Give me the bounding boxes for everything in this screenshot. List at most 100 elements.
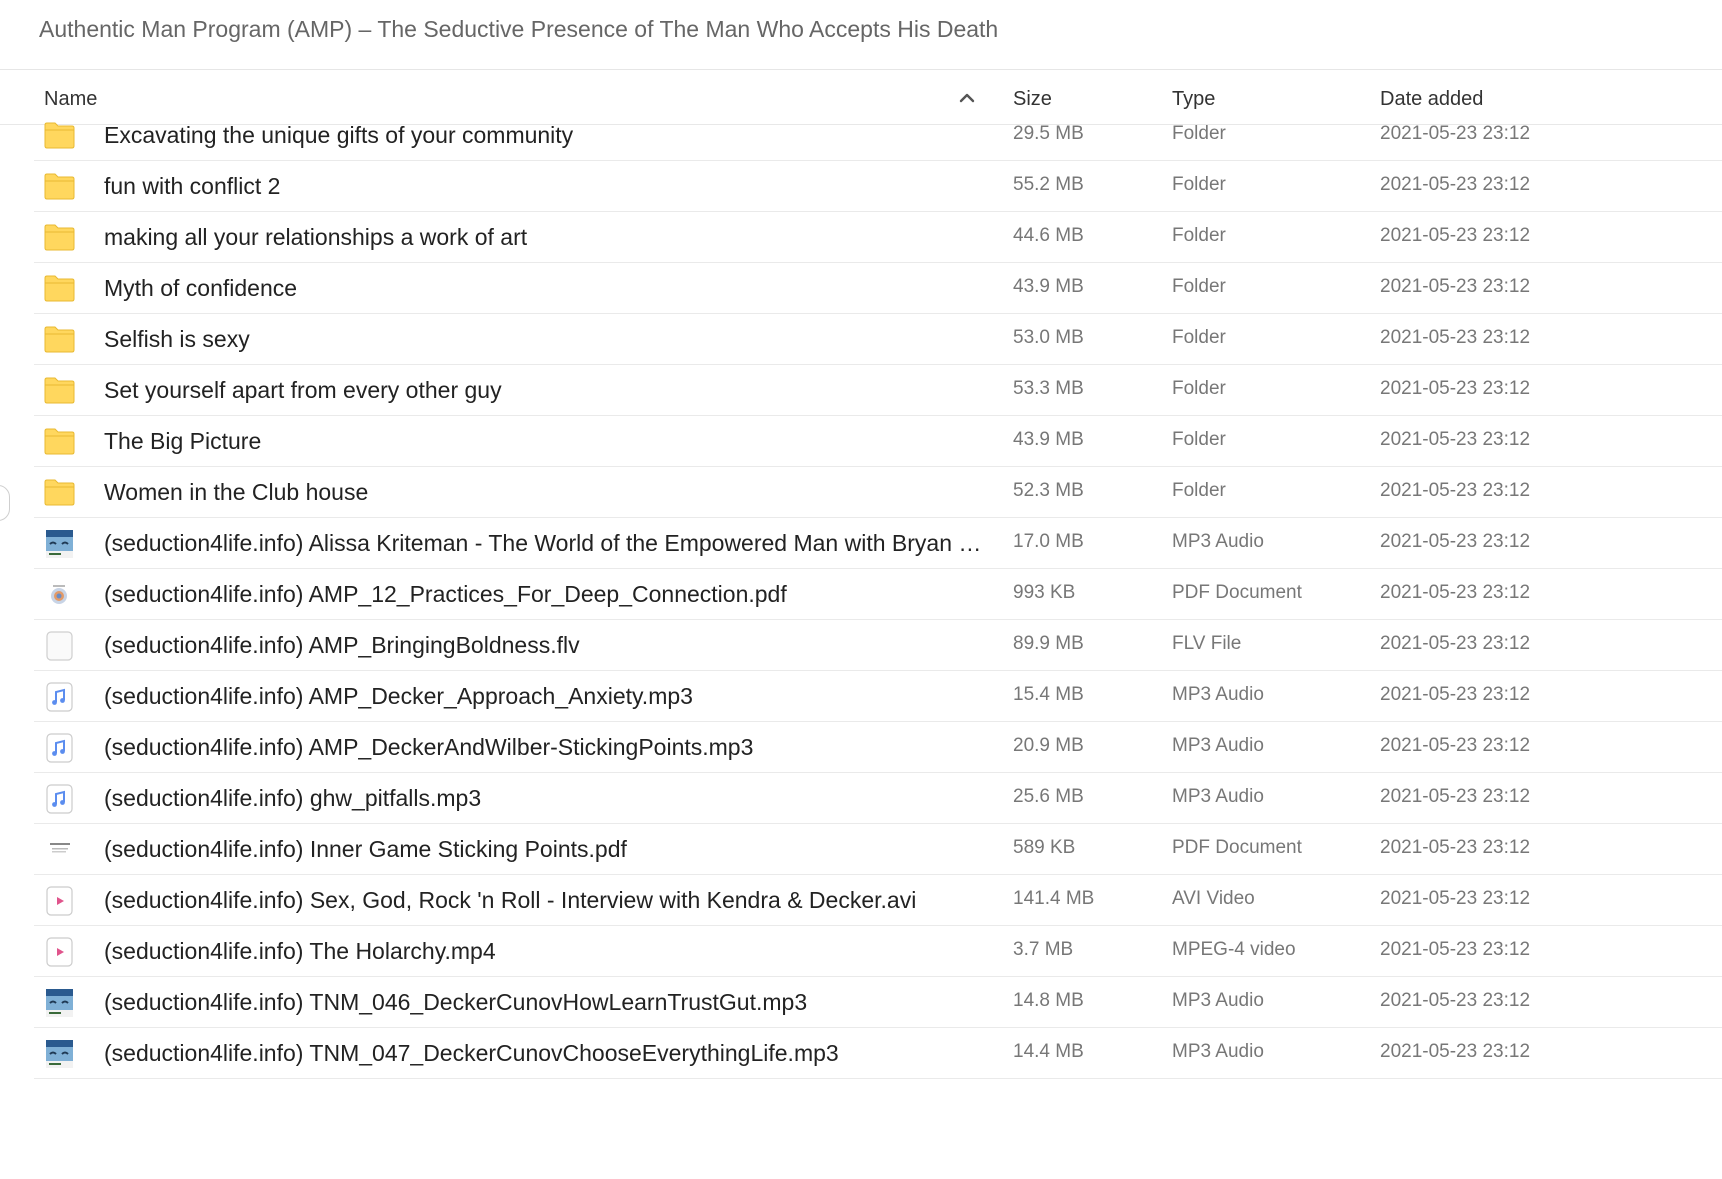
folder-icon [44,274,75,302]
file-name[interactable]: (seduction4life.info) AMP_DeckerAndWilbe… [104,734,986,761]
folder-row[interactable]: Excavating the unique gifts of your comm… [0,110,1722,161]
file-row[interactable]: (seduction4life.info) TNM_046_DeckerCuno… [0,977,1722,1028]
file-name[interactable]: (seduction4life.info) Inner Game Stickin… [104,836,986,863]
folder-row[interactable]: making all your relationships a work of … [0,212,1722,263]
file-date-added: 2021-05-23 23:12 [1380,990,1531,1011]
file-type: PDF Document [1172,582,1302,603]
file-name[interactable]: (seduction4life.info) TNM_047_DeckerCuno… [104,1040,986,1067]
file-row[interactable]: (seduction4life.info) ghw_pitfalls.mp3 2… [0,773,1722,824]
file-size: 14.4 MB [1013,1041,1084,1062]
title-bar: Authentic Man Program (AMP) – The Seduct… [0,0,1722,70]
file-size: 993 KB [1013,582,1076,603]
file-type: FLV File [1172,633,1242,654]
file-size: 25.6 MB [1013,786,1084,807]
file-name[interactable]: (seduction4life.info) The Holarchy.mp4 [104,938,986,965]
file-type: Folder [1172,225,1226,246]
file-size: 15.4 MB [1013,684,1084,705]
file-type: MP3 Audio [1172,786,1264,807]
file-name[interactable]: (seduction4life.info) AMP_12_Practices_F… [104,581,986,608]
file-row[interactable]: (seduction4life.info) Inner Game Stickin… [0,824,1722,875]
file-name[interactable]: Set yourself apart from every other guy [104,377,986,404]
folder-title: Authentic Man Program (AMP) – The Seduct… [39,16,999,42]
folder-icon [44,427,75,455]
folder-row[interactable]: fun with conflict 2 55.2 MB Folder 2021-… [0,161,1722,212]
file-name[interactable]: (seduction4life.info) ghw_pitfalls.mp3 [104,785,986,812]
file-row[interactable]: (seduction4life.info) AMP_DeckerAndWilbe… [0,722,1722,773]
file-row[interactable]: (seduction4life.info) AMP_Decker_Approac… [0,671,1722,722]
file-type: Folder [1172,174,1226,195]
folder-icon [44,172,75,200]
file-name[interactable]: fun with conflict 2 [104,173,986,200]
file-row[interactable]: (seduction4life.info) Alissa Kriteman - … [0,518,1722,569]
folder-icon [44,121,75,149]
file-row[interactable]: (seduction4life.info) AMP_BringingBoldne… [0,620,1722,671]
file-name[interactable]: Excavating the unique gifts of your comm… [104,122,986,149]
folder-icon [44,478,75,506]
file-type: MP3 Audio [1172,990,1264,1011]
file-type: Folder [1172,276,1226,297]
folder-row[interactable]: Women in the Club house 52.3 MB Folder 2… [0,467,1722,518]
file-name[interactable]: making all your relationships a work of … [104,224,986,251]
file-list: Excavating the unique gifts of your comm… [0,110,1722,1079]
file-date-added: 2021-05-23 23:12 [1380,123,1531,144]
file-name[interactable]: (seduction4life.info) TNM_046_DeckerCuno… [104,989,986,1016]
file-name[interactable]: (seduction4life.info) Alissa Kriteman - … [104,530,986,557]
column-header-name[interactable]: Name [44,88,97,111]
file-name[interactable]: (seduction4life.info) AMP_BringingBoldne… [104,632,986,659]
folder-row[interactable]: Set yourself apart from every other guy … [0,365,1722,416]
file-date-added: 2021-05-23 23:12 [1380,276,1531,297]
file-row[interactable]: (seduction4life.info) Sex, God, Rock 'n … [0,875,1722,926]
audio-file-icon [44,784,75,814]
file-type: MP3 Audio [1172,735,1264,756]
folder-row[interactable]: Myth of confidence 43.9 MB Folder 2021-0… [0,263,1722,314]
file-date-added: 2021-05-23 23:12 [1380,531,1531,552]
file-size: 29.5 MB [1013,123,1084,144]
file-type: PDF Document [1172,837,1302,858]
file-date-added: 2021-05-23 23:12 [1380,888,1531,909]
file-date-added: 2021-05-23 23:12 [1380,582,1531,603]
folder-icon [44,223,75,251]
column-header-date-added[interactable]: Date added [1380,88,1483,111]
file-type: MP3 Audio [1172,531,1264,552]
album-art-icon [44,529,75,558]
file-type: Folder [1172,480,1226,501]
file-name[interactable]: Selfish is sexy [104,326,986,353]
file-name[interactable]: The Big Picture [104,428,986,455]
file-name[interactable]: Myth of confidence [104,275,986,302]
file-row[interactable]: (seduction4life.info) The Holarchy.mp4 3… [0,926,1722,977]
file-date-added: 2021-05-23 23:12 [1380,327,1531,348]
file-type: Folder [1172,327,1226,348]
file-date-added: 2021-05-23 23:12 [1380,174,1531,195]
file-size: 589 KB [1013,837,1076,858]
file-type: Folder [1172,378,1226,399]
file-row[interactable]: (seduction4life.info) TNM_047_DeckerCuno… [0,1028,1722,1079]
file-type: AVI Video [1172,888,1255,909]
folder-icon [44,325,75,353]
file-size: 43.9 MB [1013,429,1084,450]
file-size: 55.2 MB [1013,174,1084,195]
sort-ascending-icon[interactable] [958,89,976,107]
file-row[interactable]: (seduction4life.info) AMP_12_Practices_F… [0,569,1722,620]
file-name[interactable]: (seduction4life.info) AMP_Decker_Approac… [104,683,986,710]
audio-file-icon [44,733,75,763]
folder-icon [44,376,75,404]
column-header-size[interactable]: Size [1013,88,1052,111]
file-date-added: 2021-05-23 23:12 [1380,735,1531,756]
folder-row[interactable]: Selfish is sexy 53.0 MB Folder 2021-05-2… [0,314,1722,365]
file-date-added: 2021-05-23 23:12 [1380,786,1531,807]
album-art-icon [44,1039,75,1068]
file-date-added: 2021-05-23 23:12 [1380,429,1531,450]
file-date-added: 2021-05-23 23:12 [1380,378,1531,399]
file-size: 20.9 MB [1013,735,1084,756]
file-size: 43.9 MB [1013,276,1084,297]
file-type: Folder [1172,429,1226,450]
file-size: 53.0 MB [1013,327,1084,348]
file-name[interactable]: (seduction4life.info) Sex, God, Rock 'n … [104,887,986,914]
document-thumbnail-icon [44,835,75,863]
file-type: MPEG-4 video [1172,939,1296,960]
file-date-added: 2021-05-23 23:12 [1380,1041,1531,1062]
file-name[interactable]: Women in the Club house [104,479,986,506]
column-header-type[interactable]: Type [1172,88,1215,111]
folder-row[interactable]: The Big Picture 43.9 MB Folder 2021-05-2… [0,416,1722,467]
file-date-added: 2021-05-23 23:12 [1380,837,1531,858]
